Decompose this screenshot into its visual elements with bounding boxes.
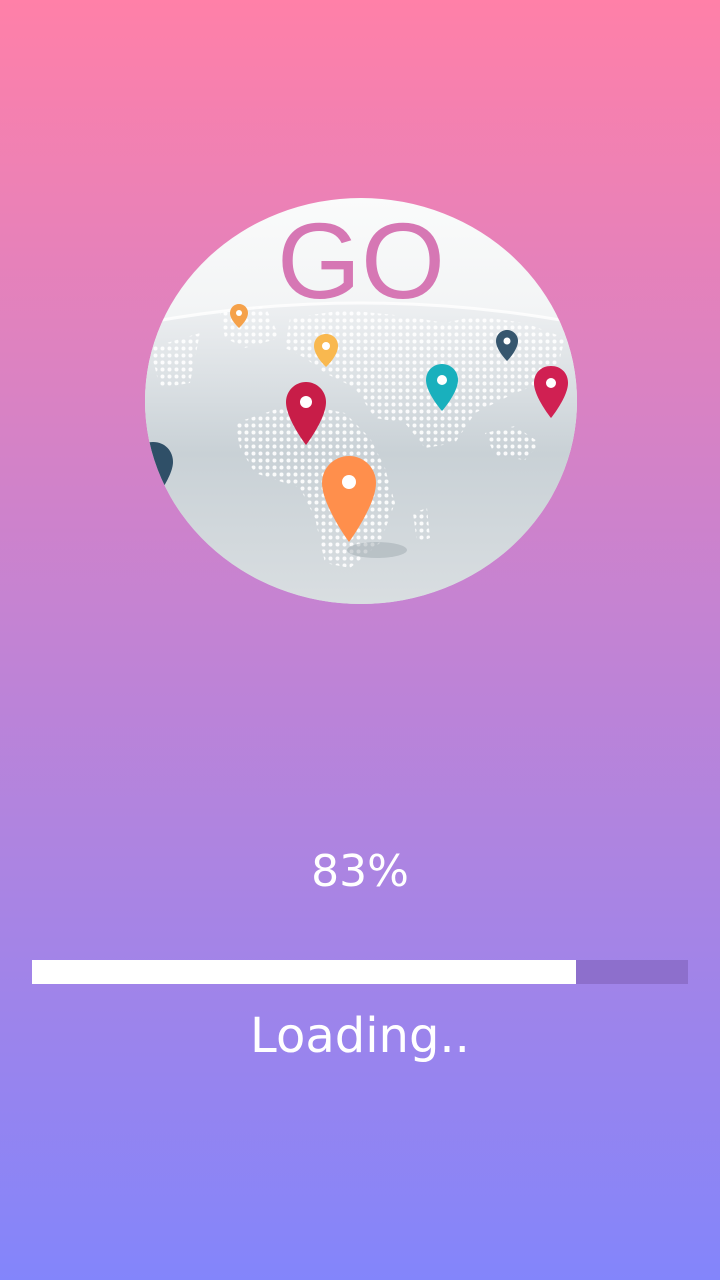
logo-text: GO — [277, 200, 445, 321]
app-logo: GO — [145, 198, 577, 604]
progress-bar-fill — [32, 960, 577, 984]
loading-label: Loading.. — [250, 1008, 470, 1064]
progress-bar — [32, 960, 688, 984]
progress-percent: 83% — [311, 846, 409, 897]
globe-map-icon: GO — [145, 198, 577, 604]
